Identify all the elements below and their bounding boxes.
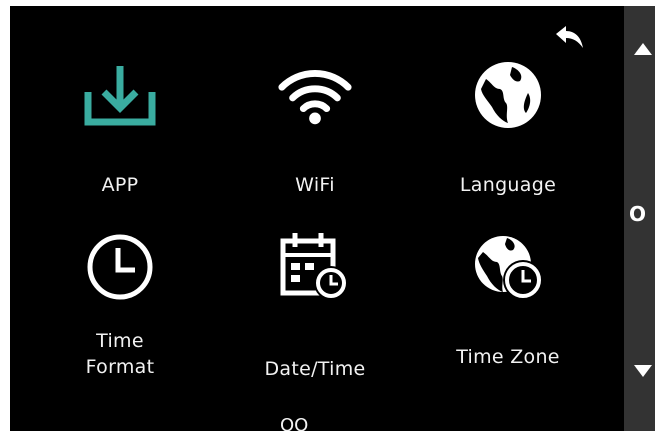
back-arrow-icon	[556, 26, 583, 48]
tile-app-label: APP	[101, 174, 139, 196]
calendar-clock-icon	[276, 228, 354, 306]
globe-clock-icon	[469, 228, 547, 306]
globe-icon	[469, 56, 547, 134]
triangle-down-icon	[633, 365, 652, 377]
tile-language-label: Language	[459, 174, 557, 196]
device-frame: APP WiFi Language Time Format Date/Time …	[10, 6, 655, 431]
tile-time-format[interactable]: Time Format	[30, 228, 210, 380]
tile-date-time[interactable]: Date/Time	[225, 228, 405, 382]
tile-wifi[interactable]: WiFi	[225, 56, 405, 198]
tile-app[interactable]: APP	[30, 56, 210, 198]
triangle-up-icon	[633, 43, 652, 55]
settings-screen: APP WiFi Language Time Format Date/Time …	[10, 6, 624, 431]
download-icon	[81, 56, 159, 134]
scroll-down-button[interactable]	[630, 358, 655, 384]
tile-language[interactable]: Language	[418, 56, 598, 198]
tile-wifi-label: WiFi	[295, 174, 335, 196]
tile-time-format-label: Time Format	[85, 330, 155, 378]
tile-time-zone-label: Time Zone	[456, 346, 560, 368]
scroll-sidebar: O	[624, 6, 655, 431]
tile-time-zone[interactable]: Time Zone	[418, 228, 598, 370]
partial-tile-label: OO	[280, 415, 309, 431]
sidebar-label: O	[629, 202, 647, 226]
back-button[interactable]	[550, 20, 590, 56]
scroll-up-button[interactable]	[630, 36, 655, 62]
wifi-icon	[276, 56, 354, 134]
tile-date-time-label: Date/Time	[264, 358, 366, 380]
clock-icon	[81, 228, 159, 306]
